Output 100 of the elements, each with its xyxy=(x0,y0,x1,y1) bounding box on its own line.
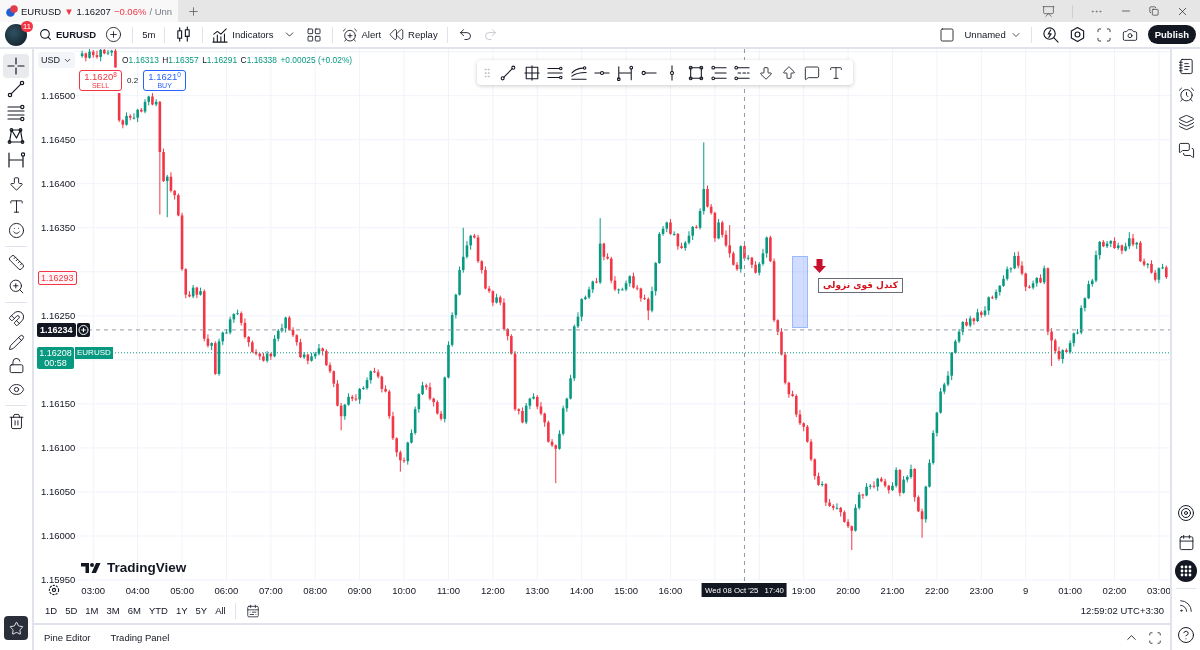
candlestick xyxy=(928,458,931,489)
crosshair-icon xyxy=(7,56,25,75)
candlestick xyxy=(273,334,276,358)
time-tick-label: 03:00 xyxy=(1147,584,1170,596)
range-button[interactable]: 1D xyxy=(41,600,62,621)
square-icon[interactable] xyxy=(939,26,956,43)
maximize-icon[interactable] xyxy=(1148,630,1162,645)
alarm-clock-icon[interactable] xyxy=(1177,85,1195,103)
price-tick-label: 1.16100 xyxy=(41,442,76,454)
symbol-tag: EURUSD xyxy=(75,346,113,359)
trend-line-icon[interactable] xyxy=(500,64,517,81)
symbol-search-button[interactable]: EURUSD xyxy=(35,23,101,46)
presentation-icon[interactable] xyxy=(1042,4,1055,18)
price-marker-label: 1.16293 xyxy=(38,270,77,285)
plus-circle-icon[interactable] xyxy=(105,26,123,43)
layers-icon[interactable] xyxy=(1177,113,1195,131)
spread-value: 0.2 xyxy=(127,76,139,85)
browser-tab[interactable]: EURUSD ▼ 1.16207 −0.06% / Unn xyxy=(0,0,179,22)
candlestick xyxy=(706,184,709,209)
notebook-icon[interactable] xyxy=(1177,57,1195,75)
arrow-down-icon xyxy=(813,259,826,273)
settings-icon[interactable] xyxy=(1068,26,1086,43)
calendar-range-icon[interactable] xyxy=(245,603,260,618)
smiley-icon xyxy=(7,221,25,239)
settings-icon[interactable] xyxy=(48,584,60,596)
countdown-timer: 00:58 xyxy=(44,357,67,368)
plus-circle-icon[interactable] xyxy=(76,322,90,337)
camera-icon[interactable] xyxy=(1121,26,1138,43)
new-tab-icon[interactable] xyxy=(187,4,201,18)
chart-note: کندل قوی نزولی xyxy=(818,278,904,293)
range-button[interactable]: YTD xyxy=(144,600,172,621)
time-tick-label: 07:00 xyxy=(258,584,283,596)
price-tick-label: 1.16050 xyxy=(41,486,76,498)
candlestick xyxy=(728,224,731,259)
calendar-icon[interactable] xyxy=(1177,533,1195,551)
drag-handle-icon[interactable] xyxy=(481,66,493,79)
publish-button[interactable]: Publish xyxy=(1147,25,1196,44)
range-button[interactable]: 1M xyxy=(81,600,103,621)
chat-icon[interactable] xyxy=(1177,141,1195,159)
currency-pair-icon xyxy=(6,5,18,17)
indicators-button[interactable]: Indicators xyxy=(208,23,278,46)
time-tick-label: 04:00 xyxy=(125,584,150,596)
arrow-up-icon[interactable] xyxy=(781,64,798,81)
rectangle-icon[interactable] xyxy=(687,64,704,81)
price-tick-label: 1.16150 xyxy=(41,398,76,410)
currency-select[interactable]: USD xyxy=(38,52,75,68)
time-tick-label: 05:00 xyxy=(170,584,194,596)
help-icon[interactable] xyxy=(1177,626,1195,644)
curved-lines-icon[interactable] xyxy=(570,64,587,81)
ruler-icon xyxy=(7,254,25,272)
candlestick xyxy=(336,379,339,408)
range-button[interactable]: 5D xyxy=(61,600,82,621)
horizontal-lines-icon[interactable] xyxy=(547,64,564,81)
price-tick-label: 1.16400 xyxy=(41,178,76,190)
dashed-lines-icon[interactable] xyxy=(734,64,751,81)
range-button[interactable]: 6M xyxy=(123,600,145,621)
range-button[interactable]: 3M xyxy=(102,600,124,621)
undo-icon[interactable] xyxy=(457,27,473,42)
candlestick xyxy=(547,420,550,444)
fullscreen-icon[interactable] xyxy=(1095,26,1112,43)
time-tick-label: 15:00 xyxy=(614,584,638,596)
lightning-search-icon[interactable] xyxy=(1041,26,1059,43)
layout-name-button[interactable]: Unnamed xyxy=(960,23,1026,46)
price-tick-label: 1.16000 xyxy=(41,530,76,542)
candlestick xyxy=(558,429,561,451)
signal-icon[interactable] xyxy=(1178,598,1194,614)
speech-bubble-icon[interactable] xyxy=(804,64,821,81)
candlestick xyxy=(165,174,169,218)
grid-square-icon[interactable] xyxy=(523,64,540,81)
apps-grid-icon[interactable] xyxy=(1175,560,1197,582)
price-tick-label: 1.16250 xyxy=(41,310,76,322)
highlight-rectangle xyxy=(792,256,808,328)
crosshair-tool[interactable] xyxy=(3,54,29,78)
time-tick-label: 10:00 xyxy=(392,584,416,596)
interval-button[interactable]: 5m xyxy=(138,23,160,46)
candlestick xyxy=(461,227,465,274)
time-tick-label: 23:00 xyxy=(969,584,994,596)
alarm-clock-plus-icon xyxy=(341,26,358,43)
text-icon[interactable] xyxy=(827,64,844,81)
target-icon[interactable] xyxy=(1177,504,1195,522)
layout-grid-icon[interactable] xyxy=(305,26,322,43)
restore-icon[interactable] xyxy=(1149,6,1159,16)
time-tick-label: 16:00 xyxy=(658,584,683,596)
replay-button[interactable]: Replay xyxy=(385,23,442,46)
panel-tab[interactable]: Trading Panel xyxy=(106,626,174,649)
range-button[interactable]: 1Y xyxy=(171,600,192,621)
range-button[interactable]: 5Y xyxy=(191,600,212,621)
arrow-down-icon[interactable] xyxy=(757,64,774,81)
candlestick-icon[interactable] xyxy=(175,26,193,43)
panel-tab[interactable]: Pine Editor xyxy=(40,626,95,649)
alert-button[interactable]: Alert xyxy=(337,23,386,46)
list-lines-icon[interactable] xyxy=(710,64,727,81)
bracket-line-icon[interactable] xyxy=(617,64,634,81)
favorites-button[interactable] xyxy=(4,616,28,640)
zigzag-pattern-icon xyxy=(7,127,25,146)
price-change: +0.00025 (+0.02%) xyxy=(280,55,353,65)
range-button[interactable]: All xyxy=(211,600,230,621)
price-tick-label: 1.16350 xyxy=(41,222,76,234)
time-tick-label: 11:00 xyxy=(436,584,460,596)
ohlc-value: O1.16313 xyxy=(122,55,159,65)
